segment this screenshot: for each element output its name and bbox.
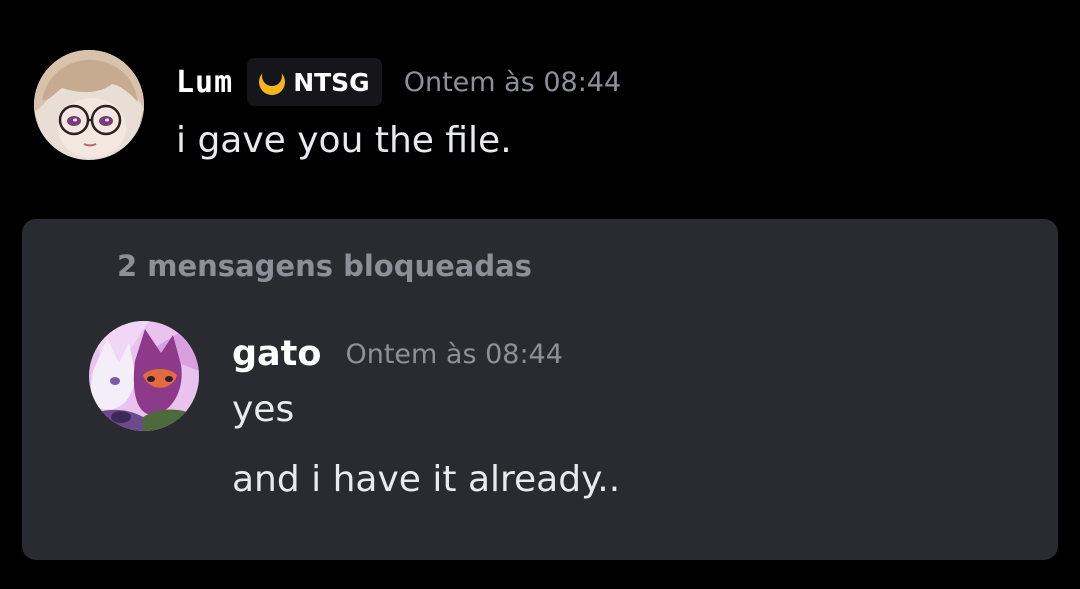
message-header-lum: Lum NTSG Ontem às 08:44 [176, 56, 621, 108]
avatar-lum-image [34, 50, 144, 160]
message-header-gato: gato Ontem às 08:44 [232, 327, 563, 381]
crescent-moon-icon [257, 66, 287, 97]
server-tag-badge[interactable]: NTSG [247, 58, 382, 106]
message-timestamp-gato[interactable]: Ontem às 08:44 [345, 339, 562, 370]
username-lum[interactable]: Lum [176, 65, 233, 100]
avatar-lum[interactable] [34, 50, 144, 160]
message-content-gato-1: yes [232, 389, 295, 430]
username-gato[interactable]: gato [232, 334, 321, 374]
message-lum: Lum NTSG Ontem às 08:44 i gave you the f… [34, 50, 1034, 170]
message-content-gato-2: and i have it already.. [232, 459, 621, 500]
server-tag-text: NTSG [293, 67, 370, 97]
message-content: i gave you the file. [176, 120, 512, 161]
avatar-gato[interactable] [89, 321, 199, 431]
avatar-gato-image [89, 321, 199, 431]
blocked-messages-panel: 2 mensagens bloqueadas gato Ontem às 08:… [22, 219, 1058, 560]
chat-view: Lum NTSG Ontem às 08:44 i gave you the f… [0, 0, 1080, 589]
blocked-messages-toggle[interactable]: 2 mensagens bloqueadas [117, 249, 532, 283]
message-timestamp[interactable]: Ontem às 08:44 [404, 67, 621, 98]
